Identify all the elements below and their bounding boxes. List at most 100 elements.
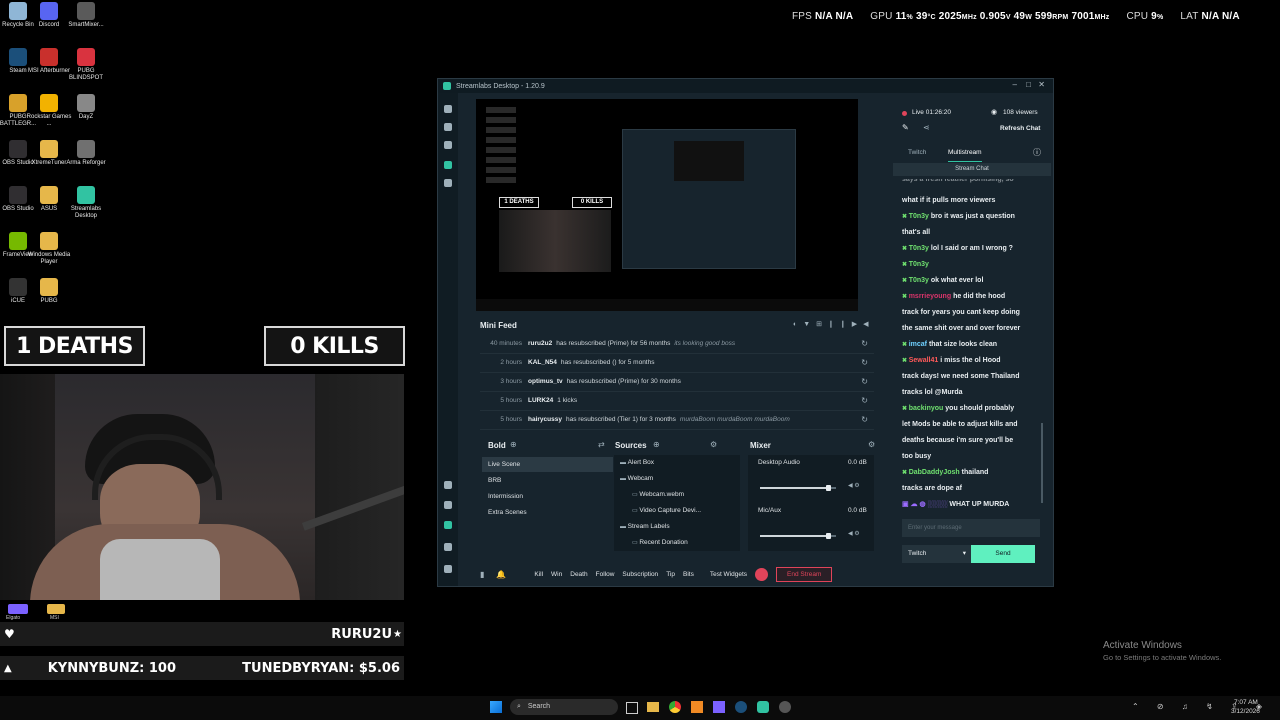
edit-icon[interactable]: ✎ — [902, 123, 909, 132]
clock-time[interactable]: 7:07 AM — [1234, 699, 1258, 706]
chat-username[interactable]: imcaf — [909, 341, 927, 348]
repeat-alert-icon[interactable]: ↻ — [861, 358, 868, 367]
volume-knob[interactable] — [826, 485, 832, 491]
repeat-alert-icon[interactable]: ↻ — [861, 339, 868, 348]
file-explorer-icon[interactable] — [647, 702, 659, 712]
volume-slider[interactable] — [760, 533, 836, 539]
test-subscription-button[interactable]: Subscription — [622, 571, 658, 578]
popout-icon[interactable]: ⊞ — [816, 321, 828, 328]
pause-icon[interactable]: ❙❙ — [828, 321, 852, 328]
test-death-button[interactable]: Death — [570, 571, 587, 578]
mute-icon[interactable]: ◀ ⚙ — [848, 482, 860, 489]
settings-icon[interactable] — [444, 543, 452, 551]
chat-username[interactable]: T0n3y — [909, 277, 929, 284]
chat-username[interactable]: DabDaddyJosh — [909, 469, 960, 476]
share-icon[interactable]: ⋖ — [923, 123, 930, 132]
volume-knob[interactable] — [826, 533, 832, 539]
layout-icon[interactable] — [444, 123, 452, 131]
highlighter-icon[interactable] — [444, 501, 452, 509]
editor-icon[interactable] — [444, 105, 452, 113]
source-item[interactable]: ▭ Recent Donation — [632, 539, 688, 546]
repeat-alert-icon[interactable]: ↻ — [861, 377, 868, 386]
source-options-icon[interactable]: ⚙ — [710, 440, 717, 449]
test-bits-button[interactable]: Bits — [683, 571, 694, 578]
test-follow-button[interactable]: Follow — [596, 571, 615, 578]
profile-icon[interactable] — [444, 565, 452, 573]
maximize-button[interactable]: □ — [1026, 80, 1031, 89]
scene-item[interactable]: BRB — [482, 473, 613, 488]
repeat-alert-icon[interactable]: ↻ — [861, 415, 868, 424]
mute-icon[interactable]: ◀ ⚙ — [848, 530, 860, 537]
stats-icon[interactable]: ▮ — [480, 570, 484, 579]
chat-username[interactable]: msrrieyoung — [909, 293, 951, 300]
desktop-icon-label: Windows Media Player — [27, 252, 71, 265]
tab-twitch[interactable]: Twitch — [908, 149, 926, 156]
close-button[interactable]: ✕ — [1038, 80, 1045, 89]
dashboard-icon[interactable] — [444, 521, 452, 529]
chat-username[interactable]: T0n3y — [909, 245, 929, 252]
scene-item[interactable]: Intermission — [482, 489, 613, 504]
chat-username[interactable]: Sewall41 — [909, 357, 939, 364]
task-view-icon[interactable] — [626, 702, 638, 714]
test-kill-button[interactable]: Kill — [534, 571, 543, 578]
apps-icon[interactable] — [444, 161, 452, 169]
volume-icon[interactable]: ◀ — [863, 321, 874, 328]
tab-multistream[interactable]: Multistream — [948, 149, 982, 162]
scene-item[interactable]: Extra Scenes — [482, 505, 613, 520]
taskbar-search[interactable]: ⌕ Search — [510, 699, 618, 715]
add-source-icon[interactable]: ⊕ — [653, 440, 660, 449]
chat-username[interactable]: T0n3y — [909, 261, 929, 268]
desktop-icon[interactable]: SmartMixer... — [61, 2, 111, 29]
source-item[interactable]: ▬ Webcam — [620, 475, 653, 482]
source-item[interactable]: ▬ Alert Box — [620, 459, 654, 466]
source-item[interactable]: ▭ Video Capture Devi... — [632, 507, 701, 514]
desktop-icon[interactable]: PUBG — [24, 278, 74, 305]
steam-icon[interactable] — [735, 701, 747, 713]
app-icon-purple[interactable] — [713, 701, 725, 713]
desktop-icon[interactable]: Streamlabs Desktop — [61, 186, 111, 220]
scene-item[interactable]: Live Scene — [482, 457, 613, 472]
studio-mode-icon[interactable] — [444, 481, 452, 489]
test-tip-button[interactable]: Tip — [666, 571, 675, 578]
chat-scrollbar[interactable] — [1041, 423, 1043, 503]
refresh-chat-button[interactable]: Refresh Chat — [1000, 125, 1040, 132]
chrome-icon[interactable] — [669, 701, 681, 713]
chat-username[interactable]: backinyou — [909, 405, 944, 412]
repeat-alert-icon[interactable]: ↻ — [861, 396, 868, 405]
stream-preview[interactable]: 1 DEATHS 0 KILLS — [476, 99, 858, 311]
clock-date[interactable]: 3/12/2026 — [1231, 708, 1260, 715]
record-button[interactable] — [755, 567, 769, 581]
mixer-settings-icon[interactable]: ⚙ — [868, 440, 875, 449]
source-item[interactable]: ▬ Stream Labels — [620, 523, 670, 530]
desktop-icon[interactable]: DayZ — [61, 94, 111, 121]
obs-taskbar-icon[interactable] — [779, 701, 791, 713]
chat-input[interactable]: Enter your message — [902, 519, 1040, 537]
heart-icon: ♥ — [4, 627, 15, 641]
add-scene-icon[interactable]: ⊕ — [510, 440, 517, 449]
info-icon[interactable]: ⓘ — [1033, 147, 1041, 158]
end-stream-button[interactable]: End Stream — [776, 566, 833, 582]
app-icon-orange[interactable] — [691, 701, 703, 713]
desktop-icon[interactable]: PUBG BLINDSPOT — [61, 48, 111, 82]
skip-icon[interactable]: ▶ — [852, 321, 863, 328]
chat-message: ✖ DabDaddyJosh thailand — [902, 465, 1040, 481]
alerts-icon[interactable]: 🔔 — [496, 570, 506, 579]
volume-slider[interactable] — [760, 485, 836, 491]
test-win-button[interactable]: Win — [551, 571, 562, 578]
source-item[interactable]: ▭ Webcam.webm — [632, 491, 684, 498]
filter-icon[interactable]: ▼ — [803, 321, 816, 328]
scene-transitions-icon[interactable]: ⇄ — [598, 440, 605, 449]
minimize-button[interactable]: – — [1013, 80, 1017, 89]
chat-username[interactable]: T0n3y — [909, 213, 929, 220]
desktop-icon[interactable]: Arma Reforger — [61, 140, 111, 167]
start-icon[interactable] — [490, 701, 502, 713]
lat-label: LAT — [1180, 11, 1199, 22]
shield-icon[interactable]: ◐ — [793, 321, 803, 328]
desktop-icon[interactable]: Windows Media Player — [24, 232, 74, 266]
store-icon[interactable] — [444, 179, 452, 187]
platform-select[interactable]: Twitch ▾ — [902, 545, 972, 563]
library-icon[interactable] — [444, 141, 452, 149]
fps-value: N/A — [815, 11, 833, 22]
send-button[interactable]: Send — [971, 545, 1035, 563]
streamlabs-taskbar-icon[interactable] — [757, 701, 769, 713]
